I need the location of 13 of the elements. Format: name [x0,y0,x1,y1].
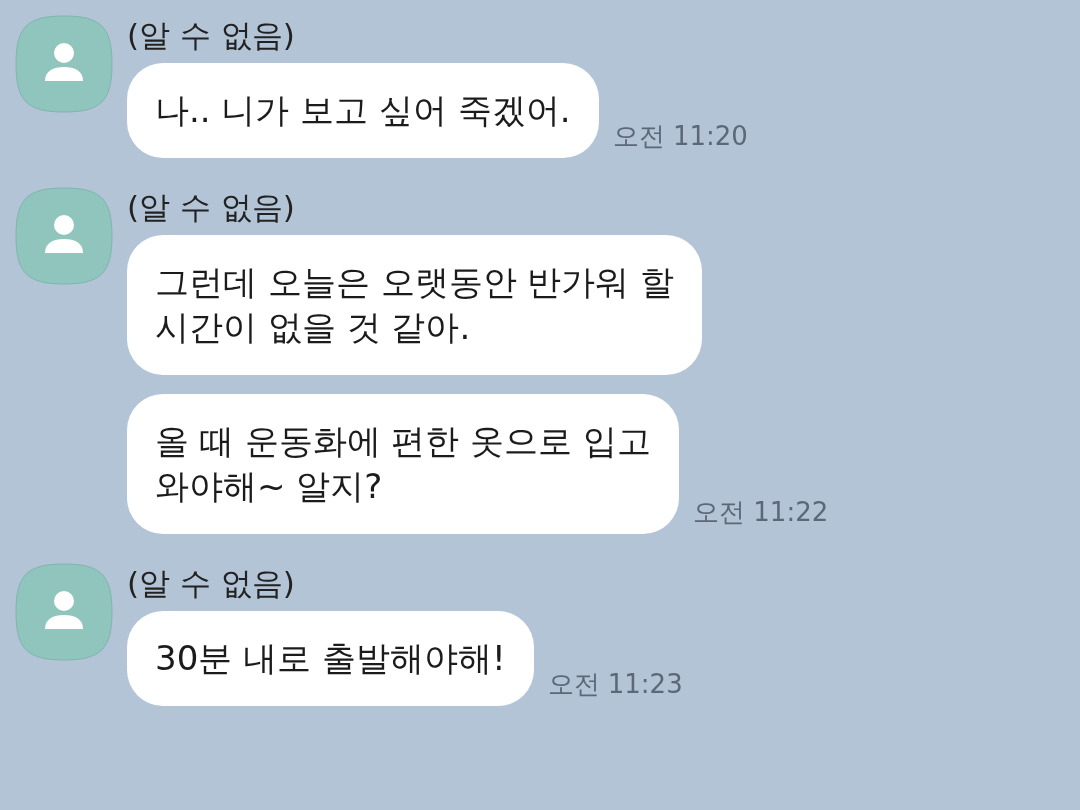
sender-name: (알 수 없음) [127,188,296,227]
sender-name: (알 수 없음) [127,564,296,603]
avatar-icon [15,187,113,285]
message-bubble: 나.. 니가 보고 싶어 죽겠어. [127,63,599,158]
message-time: 오전 11:20 [612,120,748,153]
message-time: 오전 11:23 [547,668,683,701]
sender-name: (알 수 없음) [127,16,296,55]
message-bubble: 그런데 오늘은 오랫동안 반가워 할 시간이 없을 것 같아. [127,235,703,375]
avatar-icon [15,15,113,113]
message-time: 오전 11:22 [693,496,829,529]
message-bubble: 30분 내로 출발해야해! [127,611,534,706]
avatar-icon [15,563,113,661]
message-bubble: 올 때 운동화에 편한 옷으로 입고 와야해~ 알지? [127,394,680,534]
